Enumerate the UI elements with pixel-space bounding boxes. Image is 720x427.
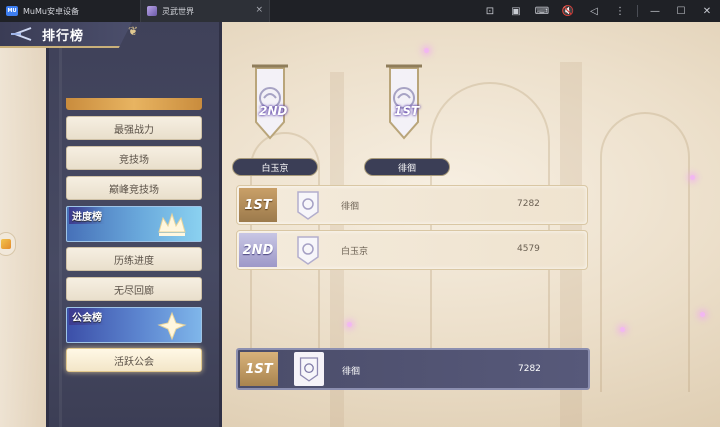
gift-icon — [1, 239, 11, 249]
tab-home-label: MuMu安卓设备 — [23, 6, 79, 16]
toolbar-divider — [637, 5, 638, 17]
menu-item-peak-arena[interactable]: 巅峰竞技场 — [66, 176, 202, 200]
guild-shield-icon — [297, 236, 319, 265]
crown-emblem-icon — [158, 212, 186, 236]
podium-name-second: 白玉京 — [232, 158, 318, 176]
my-guild-emblem — [294, 352, 324, 386]
game-viewport: 排行榜 ❦ 最强战力 竞技场 巅峰竞技场 进度榜 历练进度 无尽回廊 公会榜 活… — [0, 22, 720, 427]
left-backdrop — [0, 22, 46, 427]
sparkle-decoration — [620, 327, 625, 332]
back-arrow-icon[interactable] — [8, 25, 34, 43]
back-icon[interactable]: ◁ — [581, 0, 607, 22]
guild-shield-icon — [299, 357, 319, 382]
ranking-row-2[interactable]: 2ND 白玉京 4579 — [236, 230, 588, 270]
podium-crest-second — [252, 64, 288, 140]
ranking-row-1[interactable]: 1ST 徘徊 7282 — [236, 185, 588, 225]
window-toolbar: ⊡ ▣ ⌨ 🔇 ◁ ⋮ — ☐ ✕ — [477, 0, 720, 22]
guild-shield-icon — [297, 191, 319, 220]
mumu-logo-icon: MU — [6, 6, 18, 16]
category-progress-label: 进度榜 — [69, 207, 105, 224]
tab-close-icon[interactable]: × — [255, 5, 263, 15]
podium-rank-second: 2ND — [259, 104, 288, 118]
sparkle-decoration — [700, 312, 705, 317]
scrolled-category-banner[interactable] — [66, 98, 202, 110]
header-banner: 排行榜 — [0, 22, 132, 48]
ranking-row-score: 7282 — [517, 199, 540, 209]
side-gift-button[interactable] — [0, 232, 16, 256]
header-ornament-icon: ❦ — [128, 24, 139, 38]
maximize-icon[interactable]: ☐ — [668, 0, 694, 22]
guild-emblem-icon — [157, 311, 187, 341]
rank-badge-second: 2ND — [239, 233, 277, 267]
screenshot-icon[interactable]: ⊡ — [477, 0, 503, 22]
my-ranking-row: 1ST 徘徊 7282 — [236, 348, 590, 390]
record-icon[interactable]: ▣ — [503, 0, 529, 22]
tab-home[interactable]: MU MuMu安卓设备 — [0, 0, 140, 22]
minimize-icon[interactable]: — — [642, 0, 668, 22]
podium-name-first: 徘徊 — [364, 158, 450, 176]
close-icon[interactable]: ✕ — [694, 0, 720, 22]
game-logo-icon — [147, 6, 157, 16]
my-ranking-name: 徘徊 — [342, 367, 361, 377]
window-titlebar: MU MuMu安卓设备 灵武世界 × ⊡ ▣ ⌨ 🔇 ◁ ⋮ — ☐ ✕ — [0, 0, 720, 22]
ranking-row-name: 白玉京 — [341, 247, 369, 257]
category-progress-banner[interactable]: 进度榜 — [66, 206, 202, 242]
my-ranking-score: 7282 — [518, 364, 541, 374]
page-title: 排行榜 — [42, 28, 85, 44]
podium-rank-first: 1ST — [394, 104, 420, 118]
menu-item-active-guild[interactable]: 活跃公会 — [66, 348, 202, 372]
category-guild-label: 公会榜 — [69, 308, 105, 325]
tab-game[interactable]: 灵武世界 × — [140, 0, 270, 22]
sparkle-decoration — [690, 175, 695, 180]
background-arch — [600, 112, 690, 392]
mute-icon[interactable]: 🔇 — [555, 0, 581, 22]
keyboard-icon[interactable]: ⌨ — [529, 0, 555, 22]
podium-crest-first — [386, 64, 422, 140]
menu-item-endless-corridor[interactable]: 无尽回廊 — [66, 277, 202, 301]
menu-item-strongest-power[interactable]: 最强战力 — [66, 116, 202, 140]
tab-game-label: 灵武世界 — [162, 6, 194, 16]
category-guild-banner[interactable]: 公会榜 — [66, 307, 202, 343]
sparkle-decoration — [424, 48, 429, 53]
more-icon[interactable]: ⋮ — [607, 0, 633, 22]
my-rank-badge: 1ST — [240, 352, 278, 386]
menu-item-arena[interactable]: 竞技场 — [66, 146, 202, 170]
ranking-row-score: 4579 — [517, 244, 540, 254]
sparkle-decoration — [347, 322, 352, 327]
ranking-row-name: 徘徊 — [341, 202, 360, 212]
rank-badge-first: 1ST — [239, 188, 277, 222]
menu-item-training-progress[interactable]: 历练进度 — [66, 247, 202, 271]
